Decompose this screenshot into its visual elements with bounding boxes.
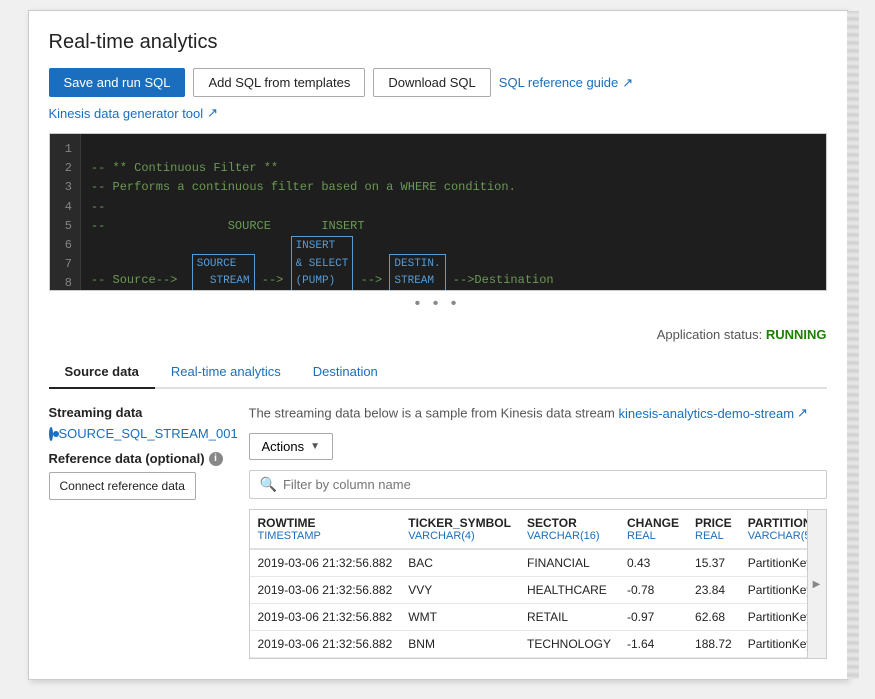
tabs: Source data Real-time analytics Destinat… [49, 356, 827, 389]
left-panel: Streaming data SOURCE_SQL_STREAM_001 Ref… [49, 405, 249, 659]
actions-dropdown-icon: ▼ [310, 441, 320, 452]
actions-button[interactable]: Actions ▼ [249, 433, 334, 460]
table-scroll[interactable]: ROWTIME TIMESTAMP TICKER_SYMBOL VARCHAR(… [250, 510, 826, 658]
col-price: PRICE REAL [687, 510, 740, 549]
ref-data-label: Reference data (optional) i [49, 451, 229, 466]
col-partition-key: PARTITION_KEY VARCHAR(512) [740, 510, 826, 549]
cell-partition-key: PartitionKey [740, 549, 826, 577]
add-templates-button[interactable]: Add SQL from templates [193, 68, 365, 97]
stream-external-icon: ↗ [797, 405, 808, 421]
cell-rowtime: 2019-03-06 21:32:56.882 [250, 631, 401, 658]
table-row: 2019-03-06 21:32:56.882 WMT RETAIL -0.97… [250, 604, 826, 631]
reference-guide-button[interactable]: SQL reference guide ↗ [499, 69, 633, 97]
table-row: 2019-03-06 21:32:56.882 BNM TECHNOLOGY -… [250, 631, 826, 658]
connect-ref-button[interactable]: Connect reference data [49, 472, 196, 500]
filter-bar: 🔍 [249, 470, 827, 499]
download-button[interactable]: Download SQL [373, 68, 490, 97]
status-label: Application status: [657, 327, 763, 342]
reference-guide-label: SQL reference guide [499, 75, 618, 90]
table-row: 2019-03-06 21:32:56.882 BAC FINANCIAL 0.… [250, 549, 826, 577]
toolbar: Save and run SQL Add SQL from templates … [49, 68, 827, 97]
cell-change: -0.78 [619, 577, 687, 604]
cell-price: 62.68 [687, 604, 740, 631]
cell-sector: HEALTHCARE [519, 577, 619, 604]
search-icon: 🔍 [260, 476, 277, 493]
code-content[interactable]: -- ** Continuous Filter ** -- Performs a… [81, 134, 826, 290]
cell-rowtime: 2019-03-06 21:32:56.882 [250, 549, 401, 577]
cell-rowtime: 2019-03-06 21:32:56.882 [250, 604, 401, 631]
stream-info-text: The streaming data below is a sample fro… [249, 405, 827, 421]
kinesis-external-icon: ↗ [207, 105, 218, 121]
stream-name: SOURCE_SQL_STREAM_001 [59, 426, 238, 441]
cell-ticker: BAC [400, 549, 519, 577]
col-rowtime: ROWTIME TIMESTAMP [250, 510, 401, 549]
page-container: Real-time analytics Save and run SQL Add… [28, 10, 848, 680]
cell-sector: FINANCIAL [519, 549, 619, 577]
cell-change: -1.64 [619, 631, 687, 658]
stream-link[interactable]: kinesis-analytics-demo-stream ↗ [618, 405, 807, 421]
cell-ticker: WMT [400, 604, 519, 631]
save-run-button[interactable]: Save and run SQL [49, 68, 186, 97]
external-link-icon: ↗ [622, 75, 633, 91]
filter-input[interactable] [283, 477, 816, 492]
table-row: 2019-03-06 21:32:56.882 VVY HEALTHCARE -… [250, 577, 826, 604]
table-header-row: ROWTIME TIMESTAMP TICKER_SYMBOL VARCHAR(… [250, 510, 826, 549]
cell-partition-key: PartitionKey [740, 604, 826, 631]
cell-change: -0.97 [619, 604, 687, 631]
data-table: ROWTIME TIMESTAMP TICKER_SYMBOL VARCHAR(… [250, 510, 826, 658]
col-sector: SECTOR VARCHAR(16) [519, 510, 619, 549]
status-value: RUNNING [766, 327, 827, 342]
tab-source[interactable]: Source data [49, 356, 155, 389]
actions-label: Actions [262, 439, 305, 454]
right-panel: The streaming data below is a sample fro… [249, 405, 827, 659]
cell-rowtime: 2019-03-06 21:32:56.882 [250, 577, 401, 604]
stream-radio-item[interactable]: SOURCE_SQL_STREAM_001 [49, 426, 229, 441]
cell-price: 188.72 [687, 631, 740, 658]
scroll-indicator: • • • [49, 291, 827, 317]
cell-price: 15.37 [687, 549, 740, 577]
cell-sector: RETAIL [519, 604, 619, 631]
col-ticker: TICKER_SYMBOL VARCHAR(4) [400, 510, 519, 549]
sql-editor[interactable]: 12345 678910 11121314 -- ** Continuous F… [49, 133, 827, 291]
streaming-title: Streaming data [49, 405, 229, 420]
content-area: Streaming data SOURCE_SQL_STREAM_001 Ref… [49, 405, 827, 659]
tab-realtime[interactable]: Real-time analytics [155, 356, 297, 389]
cell-price: 23.84 [687, 577, 740, 604]
line-numbers: 12345 678910 11121314 [50, 134, 81, 290]
cell-ticker: BNM [400, 631, 519, 658]
stream-radio-button[interactable] [49, 427, 53, 441]
cell-partition-key: PartitionKey [740, 577, 826, 604]
kinesis-link[interactable]: Kinesis data generator tool ↗ [49, 105, 827, 121]
col-change: CHANGE REAL [619, 510, 687, 549]
cell-change: 0.43 [619, 549, 687, 577]
status-bar: Application status: RUNNING [49, 327, 827, 342]
kinesis-link-label: Kinesis data generator tool [49, 106, 204, 121]
info-icon[interactable]: i [209, 452, 223, 466]
page-title: Real-time analytics [49, 31, 827, 54]
cell-partition-key: PartitionKey [740, 631, 826, 658]
tab-destination[interactable]: Destination [297, 356, 394, 389]
cell-ticker: VVY [400, 577, 519, 604]
data-table-wrapper: ROWTIME TIMESTAMP TICKER_SYMBOL VARCHAR(… [249, 509, 827, 659]
cell-sector: TECHNOLOGY [519, 631, 619, 658]
